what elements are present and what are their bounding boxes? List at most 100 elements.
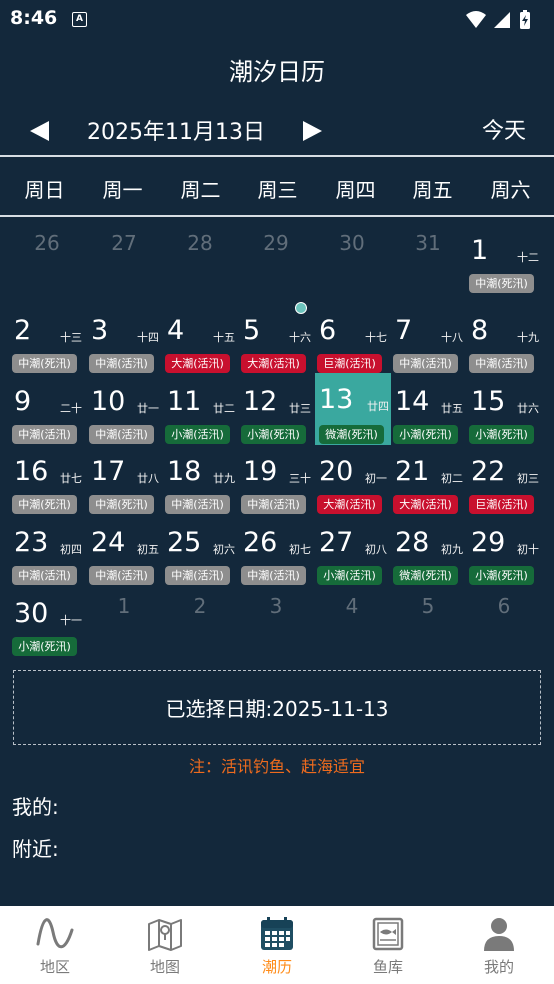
- tide-badge: 大潮(活汛): [165, 354, 230, 373]
- lunar-date: 十八: [441, 331, 463, 344]
- day-number: 3: [269, 594, 283, 618]
- triangle-right-icon: [303, 121, 322, 141]
- calendar-day[interactable]: 26 初七 中潮(活汛): [239, 516, 313, 585]
- calendar-day[interactable]: 28 初九 微潮(死汛): [391, 516, 465, 585]
- calendar-day[interactable]: 5 十六 大潮(活汛): [239, 302, 313, 373]
- divider-weekdays: [0, 215, 554, 217]
- calendar-day[interactable]: 17 廿八 中潮(死汛): [87, 445, 161, 514]
- calendar-day-selected[interactable]: 13 廿四 微潮(死汛): [315, 373, 391, 445]
- tide-badge: 微潮(死汛): [393, 566, 458, 585]
- day-number: 22: [471, 456, 506, 487]
- tab-profile[interactable]: 我的: [444, 906, 554, 984]
- lunar-date: 三十: [289, 472, 311, 485]
- day-number: 25: [167, 527, 202, 558]
- status-icons: [464, 9, 544, 35]
- lunar-date: 初三: [517, 472, 539, 485]
- tab-region[interactable]: 地区: [0, 906, 110, 984]
- tab-label: 地区: [39, 958, 70, 976]
- lunar-date: 十一: [60, 614, 82, 627]
- calendar-day[interactable]: 24 初五 中潮(活汛): [87, 516, 161, 585]
- day-number: 26: [243, 527, 278, 558]
- divider-top: [0, 155, 554, 157]
- day-number: 15: [471, 386, 506, 417]
- calendar-day[interactable]: 30 十一小潮(死汛): [10, 587, 84, 656]
- selected-date-text: 已选择日期:2025-11-13: [165, 697, 389, 721]
- lunar-date: 初五: [137, 543, 159, 556]
- lunar-date: 廿八: [137, 472, 159, 485]
- lunar-date: 十三: [60, 331, 82, 344]
- today-button[interactable]: 今天: [470, 113, 538, 145]
- prev-day-button[interactable]: [24, 113, 54, 149]
- next-day-button[interactable]: [298, 113, 328, 149]
- day-number: 31: [415, 231, 441, 255]
- calendar-day-other-month: 4: [315, 587, 389, 655]
- calendar-day[interactable]: 15 廿六 小潮(死汛): [467, 375, 541, 444]
- tide-badge: 大潮(活汛): [317, 495, 382, 514]
- day-number: 28: [187, 231, 213, 255]
- event-marker-icon: [295, 302, 307, 314]
- calendar-day[interactable]: 18 廿九 中潮(活汛): [163, 445, 237, 514]
- bottom-tab-bar: 地区 地图 潮历 鱼库 我的: [0, 906, 554, 984]
- calendar-day[interactable]: 23 初四 中潮(活汛): [10, 516, 84, 585]
- day-number: 11: [167, 386, 202, 417]
- tide-badge: 中潮(活汛): [469, 354, 534, 373]
- calendar-day-other-month: 6: [467, 587, 541, 655]
- day-number: 2: [14, 315, 32, 346]
- lunar-date: 廿一: [137, 402, 159, 415]
- day-number: 18: [167, 456, 202, 487]
- calendar-day[interactable]: 1 十二 中潮(死汛): [467, 224, 541, 293]
- calendar-day[interactable]: 21 初二 大潮(活汛): [391, 445, 465, 514]
- tab-tide-calendar[interactable]: 潮历: [222, 906, 332, 984]
- calendar-day[interactable]: 22 初三 巨潮(活汛): [467, 445, 541, 514]
- calendar-day[interactable]: 2 十三中潮(死汛): [10, 304, 84, 373]
- day-number: 21: [395, 456, 430, 487]
- day-number: 30: [14, 598, 49, 629]
- day-number: 2: [193, 594, 207, 618]
- tab-map[interactable]: 地图: [110, 906, 220, 984]
- calendar-day-other-month: 1: [87, 587, 161, 655]
- day-number: 29: [471, 527, 506, 558]
- calendar-day[interactable]: 25 初六 中潮(活汛): [163, 516, 237, 585]
- tab-fish-library[interactable]: 鱼库: [333, 906, 443, 984]
- calendar-day[interactable]: 27 初八 小潮(活汛): [315, 516, 389, 585]
- calendar-day[interactable]: 8 十九 中潮(活汛): [467, 304, 541, 373]
- weekday-label: 周四: [335, 178, 376, 202]
- tide-badge: 小潮(死汛): [12, 637, 77, 656]
- calendar-day[interactable]: 6 十七 巨潮(活汛): [315, 304, 389, 373]
- day-number: 3: [91, 315, 109, 346]
- calendar-day[interactable]: 9 二十 中潮(活汛): [10, 375, 84, 444]
- calendar-day[interactable]: 20 初一 大潮(活汛): [315, 445, 389, 514]
- day-number: 14: [395, 386, 430, 417]
- day-number: 5: [243, 315, 261, 346]
- tide-badge: 中潮(活汛): [165, 566, 230, 585]
- lunar-date: 廿二: [213, 402, 235, 415]
- tide-badge: 巨潮(活汛): [317, 354, 382, 373]
- calendar-day[interactable]: 29 初十 小潮(死汛): [467, 516, 541, 585]
- calendar-day-other-month: 26: [10, 224, 84, 292]
- calendar-day[interactable]: 7 十八 中潮(活汛): [391, 304, 465, 373]
- lunar-date: 二十: [60, 402, 82, 415]
- calendar-day[interactable]: 14 廿五 小潮(死汛): [391, 375, 465, 444]
- lunar-date: 初二: [441, 472, 463, 485]
- calendar-day-other-month: 2: [163, 587, 237, 655]
- battery-icon: [520, 10, 530, 29]
- tide-note: 注：活讯钓鱼、赶海适宜: [188, 757, 365, 776]
- tab-label: 潮历: [261, 958, 292, 976]
- tide-badge: 中潮(死汛): [12, 354, 77, 373]
- calendar-day[interactable]: 12 廿三 小潮(死汛): [239, 375, 313, 444]
- calendar-day[interactable]: 3 十四 中潮(活汛): [87, 304, 161, 373]
- calendar-day[interactable]: 10 廿一 中潮(活汛): [87, 375, 161, 444]
- day-number: 19: [243, 456, 278, 487]
- current-date[interactable]: 2025年11月13日: [60, 114, 292, 146]
- calendar-day[interactable]: 11 廿二 小潮(活汛): [163, 375, 237, 444]
- day-number: 20: [319, 456, 354, 487]
- calendar-day[interactable]: 19 三十 中潮(活汛): [239, 445, 313, 514]
- calendar-day[interactable]: 16 廿七 中潮(死汛): [10, 445, 84, 514]
- calendar-day-other-month: 5: [391, 587, 465, 655]
- calendar-day[interactable]: 4 十五 大潮(活汛): [163, 304, 237, 373]
- tide-badge: 小潮(死汛): [469, 566, 534, 585]
- nearby-section-label: 附近:: [12, 837, 59, 861]
- lunar-date: 廿四: [367, 400, 389, 413]
- day-number: 10: [91, 386, 126, 417]
- day-number: 1: [471, 235, 489, 266]
